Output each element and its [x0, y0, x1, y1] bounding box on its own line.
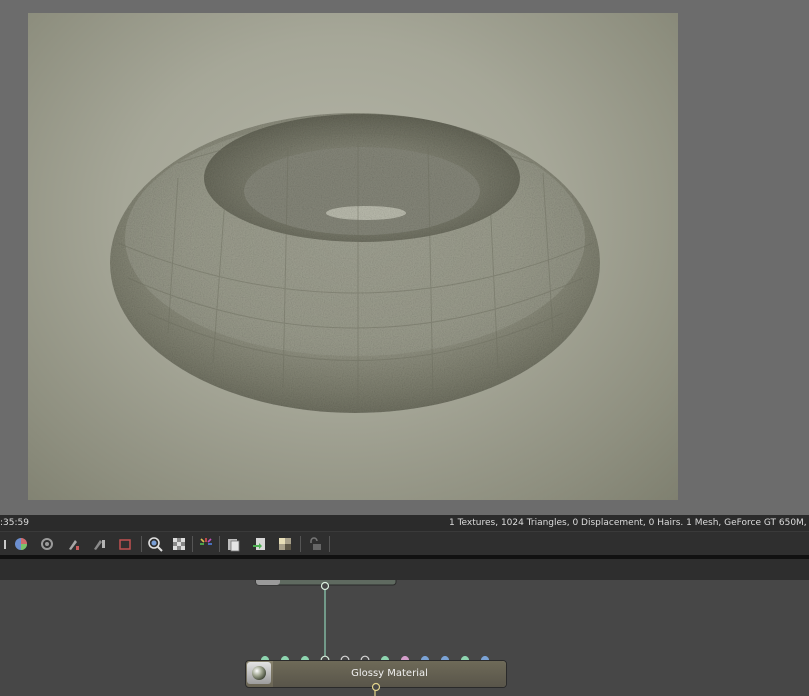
gear-icon[interactable] — [38, 535, 56, 553]
region-select-icon[interactable] — [116, 535, 134, 553]
render-image[interactable] — [28, 13, 678, 500]
pick-white-balance-icon[interactable] — [90, 535, 108, 553]
glossy-material-node[interactable]: Glossy Material — [245, 660, 507, 692]
torus-render — [110, 113, 600, 413]
save-render-icon[interactable] — [250, 535, 268, 553]
alpha-channel-icon[interactable] — [170, 535, 188, 553]
material-sphere-icon — [247, 662, 271, 684]
lock-icon[interactable] — [305, 535, 323, 553]
output-pin[interactable] — [320, 581, 330, 591]
pick-focus-icon[interactable] — [64, 535, 82, 553]
render-passes-icon[interactable] — [276, 535, 294, 553]
info-icon[interactable] — [0, 535, 12, 553]
scene-statistics: 1 Textures, 1024 Triangles, 0 Displaceme… — [449, 518, 809, 528]
copy-clipboard-icon[interactable] — [224, 535, 242, 553]
color-picker-icon[interactable] — [197, 535, 215, 553]
node-title: Glossy Material — [351, 668, 428, 679]
render-time: :35:59 — [0, 518, 29, 528]
render-viewport[interactable] — [0, 0, 809, 515]
material-output-pin[interactable] — [370, 681, 382, 693]
color-wheel-icon[interactable] — [12, 535, 30, 553]
zoom-render-icon[interactable] — [146, 535, 164, 553]
render-toolbar — [0, 531, 809, 556]
status-bar: :35:59 1 Textures, 1024 Triangles, 0 Dis… — [0, 515, 809, 531]
node-graph-header — [0, 559, 809, 581]
